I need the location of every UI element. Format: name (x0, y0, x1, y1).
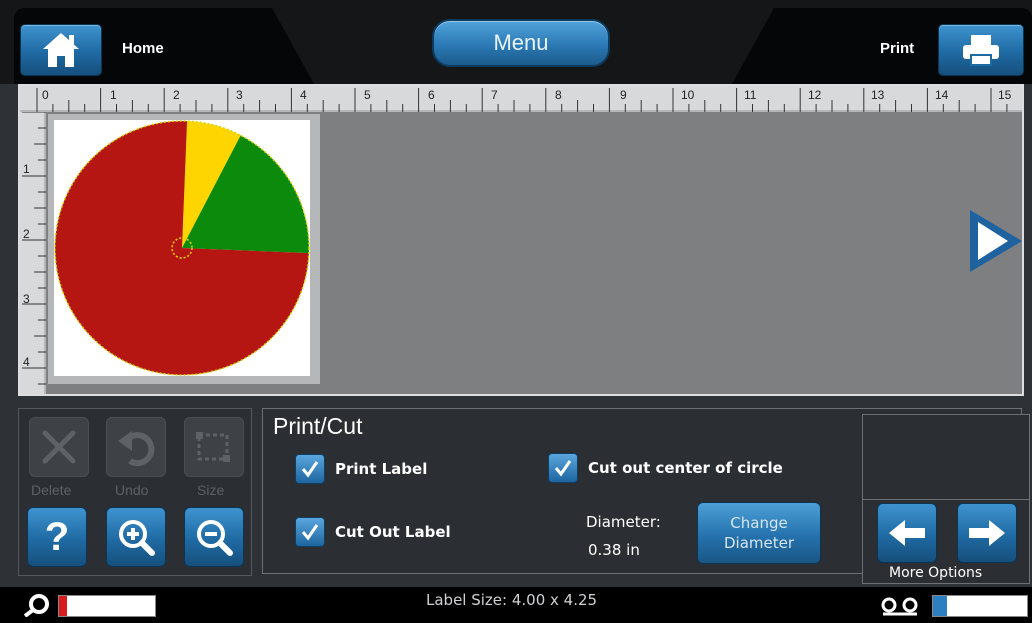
cut-out-label-text: Cut Out Label (335, 523, 451, 541)
ruler-number: 15 (998, 88, 1012, 102)
change-diameter-line2: Diameter (723, 534, 795, 552)
label-editor[interactable]: 0 1 2 3 4 5 6 7 8 9 10 11 12 13 14 15 1 … (18, 84, 1024, 396)
ribbon-icon (23, 594, 49, 617)
cut-center-text: Cut out center of circle (588, 459, 783, 477)
left-ruler-ticks (22, 112, 46, 385)
undo-button[interactable] (106, 417, 166, 477)
pie-chart-graphic[interactable] (54, 120, 310, 376)
menu-button[interactable]: Menu (432, 19, 610, 67)
zoom-out-button[interactable] (184, 507, 244, 567)
ink-level-meter (932, 595, 1028, 617)
ruler-number: 2 (173, 88, 180, 102)
checkmark-icon (301, 524, 319, 541)
size-button[interactable] (184, 417, 244, 477)
cut-out-label-checkbox[interactable] (295, 517, 325, 547)
divider (863, 499, 1029, 500)
undo-label: Undo (115, 482, 149, 498)
ruler-number: 0 (42, 88, 49, 102)
print-label-text: Print Label (335, 460, 428, 478)
ruler-number: 2 (23, 227, 30, 241)
delete-label: Delete (31, 482, 72, 498)
next-option-button[interactable] (957, 503, 1017, 563)
ruler-number: 6 (428, 88, 435, 102)
ruler-number: 1 (110, 88, 117, 102)
top-ruler: 0 1 2 3 4 5 6 7 8 9 10 11 12 13 14 15 (20, 86, 1022, 112)
home-label: Home (122, 40, 164, 57)
ruler-number: 3 (236, 88, 243, 102)
home-icon (43, 33, 79, 67)
diameter-value: 0.38 in (588, 541, 640, 559)
checkmark-icon (554, 460, 572, 477)
ruler-number: 4 (23, 355, 30, 369)
tools-panel: Delete Undo Size ? (18, 408, 252, 576)
arrow-left-icon (889, 520, 925, 546)
checkmark-icon (301, 461, 319, 478)
ruler-number: 11 (744, 88, 757, 102)
ruler-number: 8 (555, 88, 562, 102)
cut-center-checkbox[interactable] (548, 453, 578, 483)
ruler-number: 9 (620, 88, 627, 102)
ruler-number: 12 (808, 88, 822, 102)
diameter-label: Diameter: (586, 513, 661, 531)
print-button[interactable] (938, 24, 1024, 76)
ruler-number: 7 (491, 88, 498, 102)
home-button[interactable] (20, 24, 102, 76)
ruler-number: 13 (871, 88, 885, 102)
printer-icon (963, 35, 999, 66)
resize-icon (196, 432, 230, 462)
ruler-number: 5 (364, 88, 371, 102)
ruler-number: 14 (935, 88, 949, 102)
zoom-in-icon (119, 520, 155, 556)
change-diameter-button[interactable]: Change Diameter (697, 502, 821, 564)
previous-option-button[interactable] (877, 503, 937, 563)
ribbon-level-fill (59, 596, 67, 616)
question-mark-icon: ? (44, 515, 70, 559)
ruler-number: 3 (23, 292, 30, 306)
print-label: Print (880, 40, 915, 57)
app-window: Home Menu Print 0 1 2 3 4 5 6 7 8 9 10 1… (0, 0, 1032, 623)
help-button[interactable]: ? (27, 507, 87, 567)
ruler-number: 1 (23, 162, 30, 176)
ribbon-level-meter (58, 595, 156, 617)
label-size-status: Label Size: 4.00 x 4.25 (426, 591, 598, 609)
ink-level-fill (933, 596, 948, 616)
ruler-number: 10 (681, 88, 695, 102)
panel-title: Print/Cut (273, 413, 363, 439)
next-page-arrow-icon[interactable] (964, 206, 1026, 276)
arrow-right-icon (969, 520, 1005, 546)
change-diameter-line1: Change (730, 514, 788, 532)
top-bar: Home Menu Print (0, 0, 1032, 84)
size-label: Size (197, 482, 225, 498)
ink-cartridge-icon (881, 597, 918, 616)
print-label-checkbox[interactable] (295, 454, 325, 484)
status-bar: Label Size: 4.00 x 4.25 (0, 587, 1032, 623)
left-ruler: 1 2 3 4 (20, 112, 46, 394)
zoom-out-icon (197, 520, 233, 556)
zoom-in-button[interactable] (106, 507, 166, 567)
undo-icon (118, 431, 155, 467)
ruler-number: 4 (300, 88, 307, 102)
delete-button[interactable] (29, 417, 89, 477)
more-options-panel: More Options (862, 414, 1030, 584)
more-options-label: More Options (889, 565, 983, 581)
delete-x-icon (42, 430, 76, 464)
